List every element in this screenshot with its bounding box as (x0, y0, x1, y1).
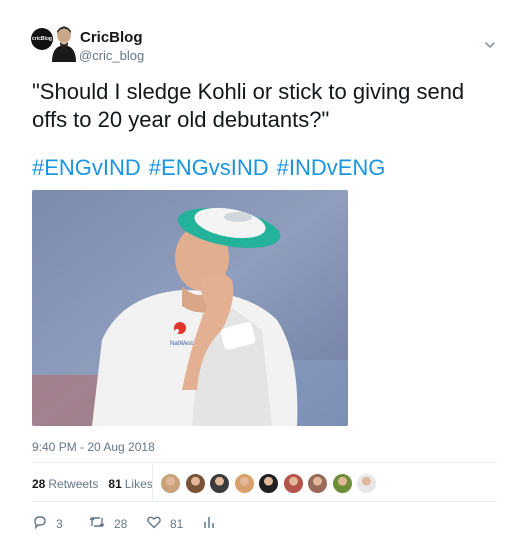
liker-avatar[interactable] (282, 473, 304, 494)
liker-avatar[interactable] (331, 473, 353, 494)
liker-avatar[interactable] (356, 473, 377, 494)
tweet-timestamp[interactable]: 9:40 PM - 20 Aug 2018 (32, 440, 155, 454)
hashtag-link[interactable]: #ENGvsIND (149, 155, 269, 180)
natwest-logo: NatWest (170, 341, 193, 347)
chevron-down-icon[interactable] (483, 38, 497, 52)
author-handle[interactable]: @cric_blog (79, 48, 144, 63)
analytics-icon (202, 514, 224, 533)
retweet-button[interactable]: 28 (88, 514, 128, 533)
like-button[interactable]: 81 (146, 514, 184, 533)
tweet-actions: 3 28 81 (32, 514, 242, 533)
stats-divider (152, 464, 153, 500)
reply-button[interactable]: 3 (32, 514, 70, 533)
likes-label[interactable]: Likes (125, 477, 153, 491)
liker-avatar[interactable] (184, 473, 206, 494)
reply-count: 3 (56, 516, 63, 531)
liker-avatar[interactable] (258, 473, 279, 494)
author-avatar-person-icon (49, 22, 79, 62)
hashtag-link[interactable]: #ENGvIND (32, 155, 141, 180)
hashtag-list: #ENGvIND #ENGvsIND #INDvENG (32, 154, 393, 182)
heart-icon (146, 514, 170, 533)
reply-icon (32, 514, 56, 533)
retweet-count: 28 (114, 516, 128, 531)
retweets-label[interactable]: Retweets (48, 477, 98, 491)
tweet-photo[interactable]: NatWest (32, 190, 348, 426)
liker-avatar[interactable] (307, 473, 328, 494)
analytics-button[interactable] (202, 514, 224, 533)
divider (32, 462, 497, 463)
likes-count[interactable]: 81 (108, 477, 121, 491)
liker-avatars (160, 473, 381, 494)
liker-avatar[interactable] (160, 473, 181, 494)
author-display-name[interactable]: CricBlog (80, 29, 143, 46)
divider (32, 501, 497, 502)
hashtag-link[interactable]: #INDvENG (277, 155, 386, 180)
tweet-text: "Should I sledge Kohli or stick to givin… (32, 79, 465, 132)
like-count: 81 (170, 516, 184, 531)
liker-avatar[interactable] (209, 473, 230, 494)
retweets-count[interactable]: 28 (32, 477, 45, 491)
liker-avatar[interactable] (233, 473, 255, 494)
tweet-stats: 28 Retweets 81 Likes (32, 477, 163, 491)
tweet-card: cricBlog CricBlog @cric_blog "Should I s… (0, 0, 529, 547)
retweet-icon (88, 514, 114, 533)
